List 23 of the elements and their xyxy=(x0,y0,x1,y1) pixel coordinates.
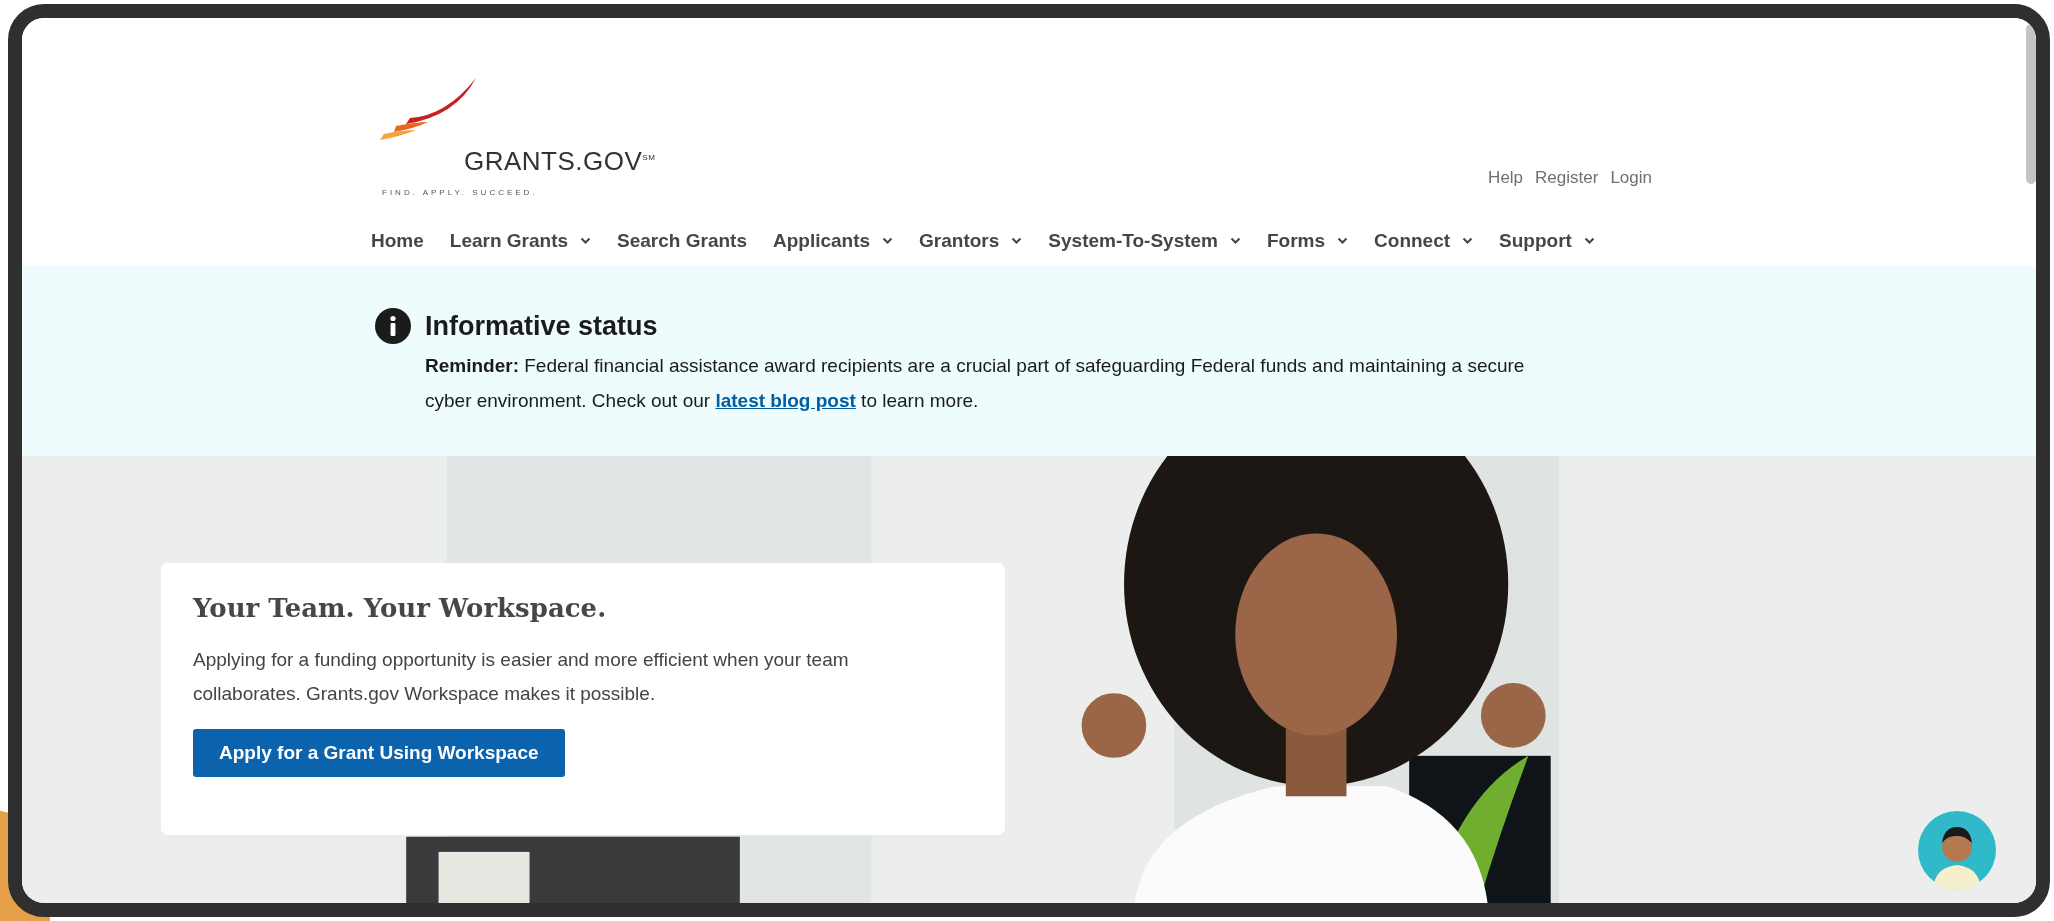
blog-post-link[interactable]: latest blog post xyxy=(715,390,856,411)
utility-link[interactable]: Register xyxy=(1535,168,1599,188)
nav-item[interactable]: Forms xyxy=(1267,230,1349,252)
chat-avatar-icon[interactable] xyxy=(1918,811,1996,889)
nav-item[interactable]: Connect xyxy=(1374,230,1474,252)
nav-item[interactable]: Search Grants xyxy=(617,230,747,252)
nav-item[interactable]: System-To-System xyxy=(1048,230,1241,252)
nav-item[interactable]: Applicants xyxy=(772,230,894,252)
utility-link[interactable]: Help xyxy=(1488,168,1524,188)
info-icon xyxy=(375,308,411,344)
logo-wordmark[interactable]: GRANTS.GOV$^{SM}$ xyxy=(464,146,656,177)
scrollbar[interactable] xyxy=(2026,24,2036,184)
nav-item[interactable]: Home xyxy=(371,230,424,252)
apply-button[interactable]: Apply for a Grant Using Workspace xyxy=(193,729,565,777)
utility-link[interactable]: Login xyxy=(1610,168,1652,188)
nav-item[interactable]: Grantors xyxy=(919,230,1023,252)
card-text: Applying for a funding opportunity is easier and more efficient when your team collaborates. Grants.gov Workspace makes it possible. xyxy=(193,648,850,706)
nav-item[interactable]: Learn Grants xyxy=(449,230,592,252)
alert-title: Informative status xyxy=(425,310,659,343)
nav-item[interactable]: Support xyxy=(1499,230,1595,252)
card-title: Your Team. Your Workspace. xyxy=(193,593,608,623)
alert-message: Reminder: Federal financial assistance award recipients are a crucial part of safeguarding Federal funds and maintaining a secure cyber environment. Check out our latest blog post to learn more. xyxy=(425,354,1526,413)
logo-tagline: FIND. APPLY. SUCCEED. xyxy=(382,188,538,197)
